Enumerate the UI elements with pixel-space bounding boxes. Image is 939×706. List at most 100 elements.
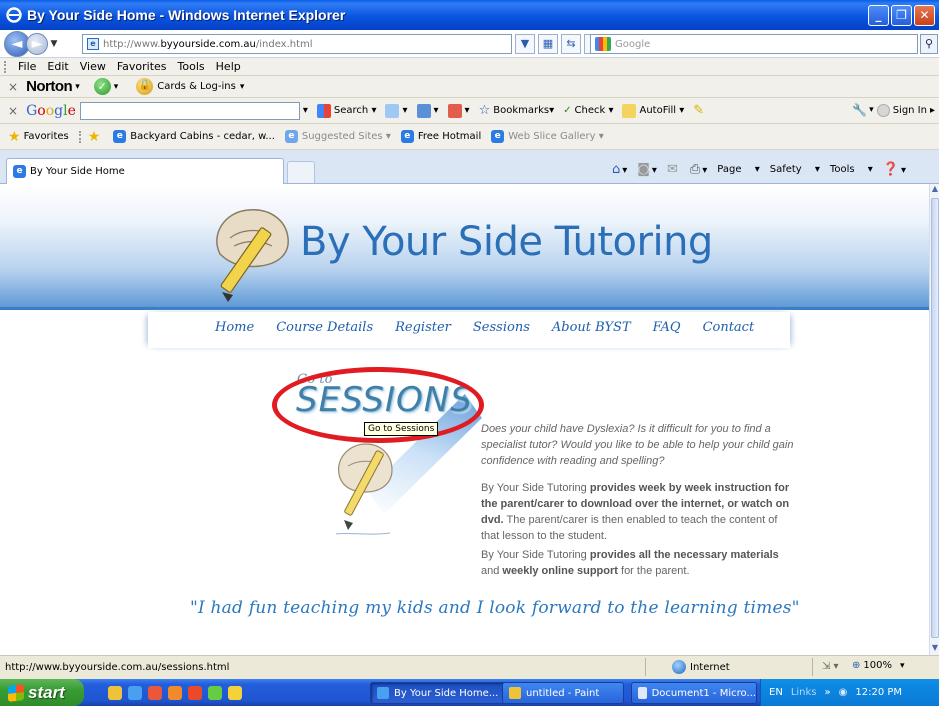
new-tab-button[interactable] — [287, 161, 315, 183]
outlook-icon[interactable] — [148, 685, 162, 700]
nav-faq[interactable]: FAQ — [653, 320, 681, 335]
address-toolbar: ◄ ► ▼ e http://www. byyourside.com.au/ind… — [0, 30, 939, 58]
chevron-down-icon[interactable]: ▾ — [75, 82, 80, 92]
close-toolbar-icon[interactable]: × — [8, 104, 18, 118]
menu-help[interactable]: Help — [216, 60, 241, 73]
print-button[interactable]: ⎙ ▾ — [690, 162, 707, 177]
spell-check-button[interactable]: ✓ Check ▾ — [563, 105, 613, 116]
scroll-down-icon[interactable]: ▼ — [930, 643, 939, 655]
popup-blocker-button[interactable]: ▾ — [447, 103, 470, 118]
menu-view[interactable]: View — [80, 60, 106, 73]
zoom-control[interactable]: ⊕ 100% ▾ — [852, 660, 905, 671]
window-title-bar[interactable]: By Your Side Home - Windows Internet Exp… — [0, 0, 939, 30]
nav-about-byst[interactable]: About BYST — [552, 320, 631, 335]
nav-contact[interactable]: Contact — [703, 320, 755, 335]
norton-menu[interactable]: Norton — [26, 78, 73, 95]
chevron-right-icon[interactable]: » — [825, 687, 831, 698]
vertical-scrollbar[interactable]: ▲ ▼ — [929, 184, 939, 655]
chevron-down-icon[interactable]: ▾ — [240, 82, 245, 92]
menu-tools[interactable]: Tools — [178, 60, 205, 73]
sign-in-link[interactable]: Sign In — [893, 105, 927, 116]
links-toolbar[interactable]: Links — [791, 687, 817, 698]
chevron-down-icon[interactable]: ▾ — [869, 105, 874, 115]
safety-menu[interactable]: Safety ▾ — [770, 164, 820, 175]
safe-check-icon[interactable]: ✓ — [93, 78, 111, 95]
menu-file[interactable]: File — [18, 60, 36, 73]
chevron-right-icon[interactable]: ▸ — [930, 105, 935, 116]
norton-toolbar: × Norton ▾ ✓ ▾ 🔒 Cards & Log-ins ▾ — [0, 76, 939, 98]
favorites-star-icon: ★ — [8, 128, 21, 145]
maximize-button[interactable]: ❐ — [891, 4, 912, 26]
history-dropdown[interactable]: ▼ — [48, 39, 60, 49]
tab-by-your-side-home[interactable]: e By Your Side Home — [6, 158, 284, 184]
nav-register[interactable]: Register — [395, 320, 451, 335]
language-indicator[interactable]: EN — [769, 687, 783, 698]
start-button[interactable]: start — [0, 679, 84, 706]
chat-icon[interactable] — [228, 685, 242, 700]
protected-mode-icon[interactable]: ⇲ ▾ — [822, 661, 839, 672]
fav-item-free-hotmail[interactable]: e Free Hotmail — [400, 130, 481, 143]
toolbar-grip[interactable] — [4, 60, 7, 73]
forward-button[interactable]: ► — [26, 32, 48, 55]
cards-logins-button[interactable]: Cards & Log-ins — [157, 81, 236, 92]
refresh-icon[interactable]: ⇆ — [561, 34, 581, 54]
nav-home[interactable]: Home — [215, 320, 254, 335]
search-go-button[interactable]: ⚲ — [920, 34, 938, 54]
toolbar-grip[interactable] — [78, 130, 82, 143]
nav-course-details[interactable]: Course Details — [276, 320, 373, 335]
chevron-down-icon[interactable]: ▾ — [114, 82, 119, 92]
chevron-down-icon[interactable]: ▾ — [900, 661, 905, 671]
tools-menu[interactable]: Tools ▾ — [830, 164, 873, 175]
add-favorite-button[interactable]: ★ — [88, 129, 104, 145]
pagerank-button[interactable]: ▾ — [385, 103, 408, 118]
help-button[interactable]: ❓ ▾ — [883, 162, 906, 177]
url-domain: byyourside.com.au — [160, 38, 256, 50]
internet-explorer-icon — [6, 7, 22, 23]
share-button[interactable]: ▾ — [416, 103, 439, 118]
intro-paragraph: Does your child have Dyslexia? Is it dif… — [481, 423, 794, 467]
search-input[interactable]: Google — [590, 34, 918, 54]
highlighter-icon: ✎ — [693, 103, 705, 118]
google-search-button[interactable]: Search ▾ — [316, 103, 376, 118]
google-search-input[interactable] — [79, 101, 300, 120]
messenger-icon[interactable] — [208, 685, 222, 700]
feeds-button[interactable]: ◙ ▾ — [637, 162, 657, 177]
fav-item-backyard-cabins[interactable]: e Backyard Cabins - cedar, w... — [113, 130, 275, 143]
paint-icon[interactable] — [108, 685, 122, 700]
menu-edit[interactable]: Edit — [47, 60, 68, 73]
close-button[interactable]: ✕ — [914, 4, 935, 26]
security-zone[interactable]: Internet — [672, 660, 730, 674]
address-bar[interactable]: e http://www. byyourside.com.au/index.htm… — [82, 34, 512, 54]
printer-icon: ⎙ — [689, 162, 701, 177]
taskbar-item-ie[interactable]: By Your Side Home... — [370, 682, 520, 704]
google-search-dropdown[interactable]: ▾ — [303, 105, 308, 116]
ie-quicklaunch-icon[interactable] — [128, 685, 142, 700]
autofill-button[interactable]: AutoFill ▾ — [622, 103, 684, 118]
page-menu[interactable]: Page ▾ — [717, 164, 759, 175]
taskbar-item-word[interactable]: Document1 - Micro... — [631, 682, 757, 704]
scroll-up-icon[interactable]: ▲ — [930, 184, 939, 196]
materials-paragraph: By Your Side Tutoring provides all the n… — [481, 547, 797, 579]
mail-button[interactable]: ✉ — [667, 162, 680, 177]
home-button[interactable]: ⌂ ▾ — [612, 162, 627, 177]
site-banner: By Your Side Tutoring — [0, 184, 929, 310]
fav-item-web-slice-gallery[interactable]: e Web Slice Gallery ▾ — [491, 130, 604, 143]
firefox-icon[interactable] — [188, 685, 202, 700]
close-toolbar-icon[interactable]: × — [8, 80, 18, 94]
scroll-thumb[interactable] — [931, 198, 939, 638]
compatibility-view-icon[interactable]: ▦ — [538, 34, 558, 54]
taskbar-item-label: By Your Side Home... — [394, 687, 499, 699]
taskbar-item-paint[interactable]: untitled - Paint — [502, 682, 624, 704]
address-dropdown-icon[interactable]: ▼ — [515, 34, 535, 54]
wrench-icon[interactable]: 🔧 — [852, 103, 867, 117]
favorites-button[interactable]: ★ Favorites — [8, 129, 69, 145]
network-icon[interactable]: ◉ — [839, 687, 848, 698]
media-player-icon[interactable] — [168, 685, 182, 700]
minimize-button[interactable]: _ — [868, 4, 889, 26]
windows-flag-icon — [8, 683, 24, 702]
fav-item-suggested-sites[interactable]: e Suggested Sites ▾ — [284, 130, 391, 143]
nav-sessions[interactable]: Sessions — [473, 320, 530, 335]
highlighter-button[interactable]: ✎ — [693, 103, 704, 118]
bookmarks-button[interactable]: ☆ Bookmarks ▾ — [479, 103, 555, 118]
menu-favorites[interactable]: Favorites — [117, 60, 167, 73]
